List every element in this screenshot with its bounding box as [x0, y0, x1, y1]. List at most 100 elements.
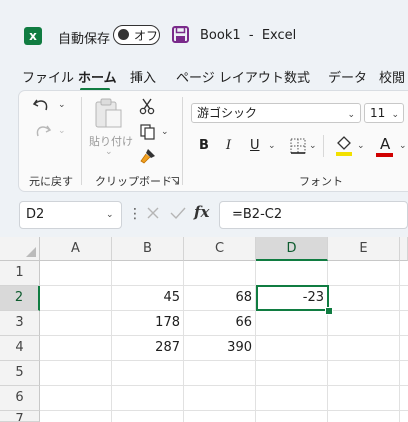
cut-icon[interactable]: [139, 97, 155, 115]
cell-c6[interactable]: [184, 386, 256, 411]
row-header-4[interactable]: 4: [0, 336, 40, 361]
font-color-button[interactable]: A: [376, 135, 394, 157]
format-painter-icon[interactable]: [139, 147, 157, 165]
tab-formulas[interactable]: 数式: [284, 67, 310, 86]
cell-b3[interactable]: 178: [112, 311, 184, 336]
column-header-c[interactable]: C: [184, 237, 256, 261]
italic-button[interactable]: I: [226, 138, 231, 153]
paste-icon[interactable]: [93, 97, 123, 129]
row-header-7[interactable]: 7: [0, 411, 40, 422]
clipboard-launcher-icon[interactable]: [171, 177, 179, 185]
cell-a5[interactable]: [40, 361, 112, 386]
cell-e1[interactable]: [328, 261, 400, 286]
fill-color-dropdown-chevron-icon[interactable]: ⌄: [357, 141, 365, 151]
underline-dropdown-chevron-icon[interactable]: ⌄: [268, 141, 276, 151]
cell-a1[interactable]: [40, 261, 112, 286]
formula-input[interactable]: =B2-C2: [219, 201, 408, 229]
cell-f4[interactable]: [400, 336, 408, 361]
cell-f3[interactable]: [400, 311, 408, 336]
group-separator: [323, 135, 324, 157]
cell-d3[interactable]: [256, 311, 328, 336]
undo-group-label: 元に戻す: [29, 175, 73, 188]
redo-dropdown-chevron-icon[interactable]: ⌄: [58, 126, 66, 136]
bold-button[interactable]: B: [199, 138, 209, 153]
autosave-toggle[interactable]: オフ: [113, 25, 160, 45]
undo-dropdown-chevron-icon[interactable]: ⌄: [58, 100, 66, 110]
cell-e2[interactable]: [328, 286, 400, 311]
copy-icon[interactable]: [139, 123, 157, 141]
cell-e3[interactable]: [328, 311, 400, 336]
insert-function-icon[interactable]: fx: [194, 203, 209, 221]
cell-b4[interactable]: 287: [112, 336, 184, 361]
cell-a2[interactable]: [40, 286, 112, 311]
name-box[interactable]: D2 ⌄: [19, 201, 122, 229]
cell-e6[interactable]: [328, 386, 400, 411]
document-title: Book1 - Excel: [200, 28, 297, 43]
column-header-b[interactable]: B: [112, 237, 184, 261]
save-icon[interactable]: [172, 26, 189, 43]
font-color-dropdown-chevron-icon[interactable]: ⌄: [399, 141, 407, 151]
cell-a4[interactable]: [40, 336, 112, 361]
borders-dropdown-chevron-icon[interactable]: ⌄: [309, 141, 317, 151]
tab-home[interactable]: ホーム: [78, 67, 117, 86]
chevron-down-icon[interactable]: ⌄: [106, 210, 114, 220]
cell-c1[interactable]: [184, 261, 256, 286]
borders-icon[interactable]: [290, 138, 306, 154]
cancel-icon[interactable]: [146, 206, 160, 220]
cell-b2[interactable]: 45: [112, 286, 184, 311]
row-header-2[interactable]: 2: [0, 286, 40, 311]
cell-a6[interactable]: [40, 386, 112, 411]
row-header-5[interactable]: 5: [0, 361, 40, 386]
cell-f7[interactable]: [400, 411, 408, 422]
undo-icon[interactable]: [31, 96, 53, 116]
cell-b1[interactable]: [112, 261, 184, 286]
fill-color-icon[interactable]: [335, 135, 353, 157]
font-name-select[interactable]: 游ゴシック ⌄: [191, 103, 361, 123]
select-all-triangle-icon: [26, 247, 36, 257]
column-header-d[interactable]: D: [256, 237, 328, 261]
font-size-select[interactable]: 11 ⌄: [364, 103, 404, 123]
cell-c5[interactable]: [184, 361, 256, 386]
cell-e7[interactable]: [328, 411, 400, 422]
cell-a7[interactable]: [40, 411, 112, 422]
underline-button[interactable]: U: [250, 138, 260, 153]
cell-b5[interactable]: [112, 361, 184, 386]
column-header-a[interactable]: A: [40, 237, 112, 261]
column-header-e[interactable]: E: [328, 237, 400, 261]
row-header-3[interactable]: 3: [0, 311, 40, 336]
cell-f1[interactable]: [400, 261, 408, 286]
cell-c3[interactable]: 66: [184, 311, 256, 336]
tab-file[interactable]: ファイル: [22, 67, 74, 86]
cell-d4[interactable]: [256, 336, 328, 361]
cell-d5[interactable]: [256, 361, 328, 386]
row-header-1[interactable]: 1: [0, 261, 40, 286]
row-header-6[interactable]: 6: [0, 386, 40, 411]
paste-dropdown-chevron-icon[interactable]: ⌄: [105, 147, 113, 157]
cell-area: 45 68 -23 178 66 287 390: [40, 261, 408, 422]
cell-d7[interactable]: [256, 411, 328, 422]
cell-f6[interactable]: [400, 386, 408, 411]
tab-data[interactable]: データ: [328, 67, 367, 86]
cell-d6[interactable]: [256, 386, 328, 411]
cell-d1[interactable]: [256, 261, 328, 286]
more-options-icon[interactable]: ⋮: [128, 206, 142, 222]
tab-review[interactable]: 校閲: [379, 67, 405, 86]
tab-page-layout[interactable]: ページ レイアウト: [176, 67, 284, 86]
cell-c7[interactable]: [184, 411, 256, 422]
enter-check-icon[interactable]: [170, 206, 186, 220]
select-all-corner[interactable]: [0, 237, 40, 261]
cell-b6[interactable]: [112, 386, 184, 411]
tab-insert[interactable]: 挿入: [130, 67, 156, 86]
column-header-f[interactable]: [400, 237, 408, 261]
cell-b7[interactable]: [112, 411, 184, 422]
redo-icon[interactable]: [31, 122, 53, 142]
cell-c4[interactable]: 390: [184, 336, 256, 361]
cell-f2[interactable]: [400, 286, 408, 311]
cell-e5[interactable]: [328, 361, 400, 386]
cell-f5[interactable]: [400, 361, 408, 386]
fill-handle[interactable]: [325, 307, 333, 315]
cell-a3[interactable]: [40, 311, 112, 336]
cell-c2[interactable]: 68: [184, 286, 256, 311]
copy-dropdown-chevron-icon[interactable]: ⌄: [161, 127, 169, 137]
cell-e4[interactable]: [328, 336, 400, 361]
